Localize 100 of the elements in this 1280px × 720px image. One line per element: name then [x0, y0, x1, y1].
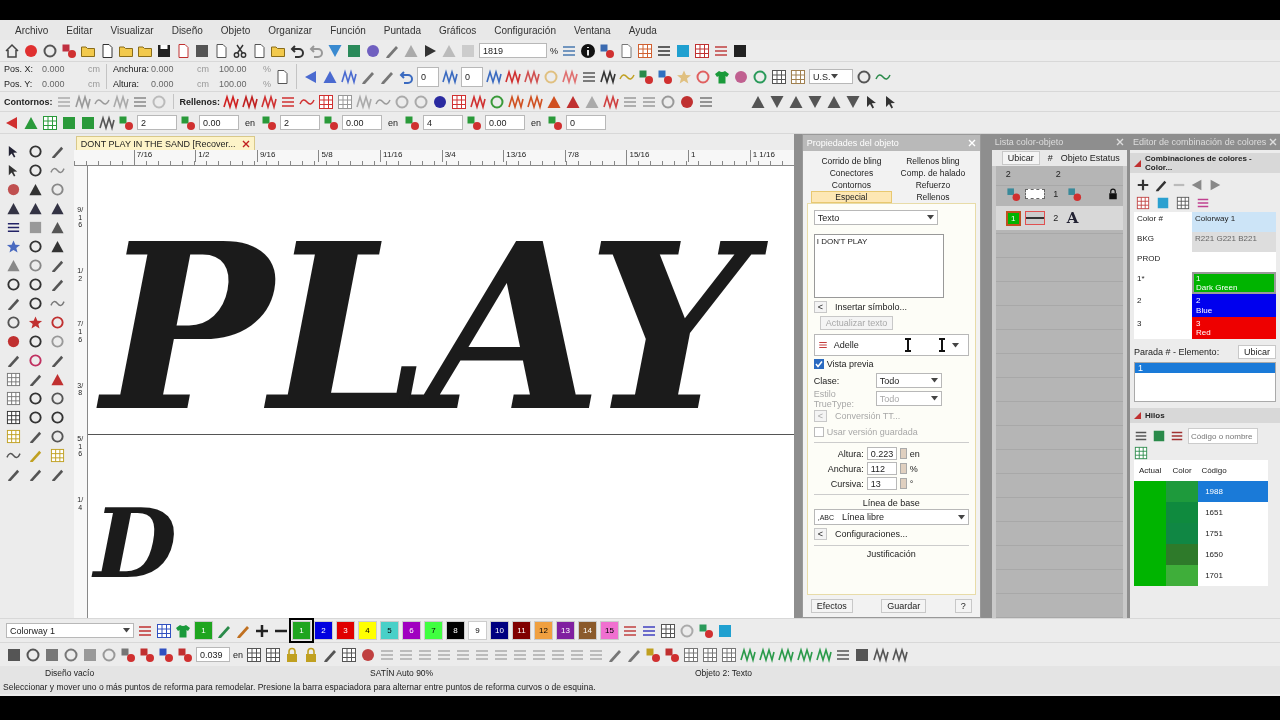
table-cell-text: PROD [1136, 253, 1162, 265]
color-swatch[interactable]: 3 [336, 621, 355, 640]
colorway-dropdown[interactable]: Colorway 1 [6, 623, 134, 638]
menu-item[interactable]: Editar [57, 24, 102, 36]
menu-item[interactable]: Función [321, 24, 375, 36]
table-cell[interactable]: 1751 [1198, 523, 1231, 545]
number-field[interactable]: 0.00 [485, 115, 526, 130]
save-button[interactable]: Guardar [881, 599, 927, 613]
checkbox-label: Usar versión guardada [826, 427, 918, 437]
color-swatch[interactable]: 4 [358, 621, 377, 640]
unit-label: cm [197, 79, 209, 89]
color-swatch[interactable]: 2 [314, 621, 333, 640]
insert-symbol-link[interactable]: Insertar símbolo... [834, 302, 907, 312]
color-swatch[interactable]: 15 [600, 621, 619, 640]
font-dropdown[interactable]: Adelle [813, 334, 969, 356]
fills-label: Rellenos: [179, 96, 220, 107]
color-swatch[interactable]: 9 [468, 621, 487, 640]
menu-item[interactable]: Archivo [6, 24, 58, 36]
effects-button[interactable]: Efectos [810, 599, 853, 613]
color-swatch[interactable]: 7 [424, 621, 443, 640]
document-tab[interactable]: DONT PLAY IN THE SAND [Recover... [75, 136, 255, 150]
color-swatch[interactable]: 13 [556, 621, 575, 640]
menu-item[interactable]: Diseño [162, 24, 212, 36]
color-swatch[interactable]: 5 [380, 621, 399, 640]
number-field[interactable]: 0 [566, 115, 607, 130]
menu-item[interactable]: Objeto [211, 24, 260, 36]
color-swatch[interactable]: 11 [512, 621, 531, 640]
number-field[interactable]: 0.000 [42, 64, 84, 74]
percent-field[interactable]: 100.00 [219, 79, 259, 89]
zoom-field[interactable]: 1819 [479, 43, 547, 58]
column-header: Actual [1137, 465, 1163, 478]
text-input[interactable]: I DON'T PLAY [813, 234, 944, 298]
table-cell[interactable]: 1701 [1198, 565, 1231, 587]
tab[interactable]: Comp. de halado [892, 167, 974, 179]
unit-label: % [909, 463, 918, 474]
angle-field[interactable]: 0 [461, 66, 483, 87]
color-swatch[interactable]: 6 [402, 621, 421, 640]
tab[interactable]: Especial [810, 191, 893, 203]
group-cell-text: 2 [1055, 169, 1062, 179]
number-field[interactable]: 0.000 [151, 79, 193, 89]
unit-label: ° [909, 478, 914, 489]
menu-item[interactable]: Puntada [374, 24, 430, 36]
number-field[interactable]: 0.00 [342, 115, 382, 130]
number-field[interactable]: 0.223 [866, 447, 897, 460]
group-cell-text: 2 [1005, 169, 1012, 179]
number-field[interactable]: 112 [866, 462, 897, 475]
color-swatch[interactable]: 14 [578, 621, 597, 640]
menu-item[interactable]: Configuración [485, 24, 565, 36]
list-item[interactable]: 1 [1135, 363, 1275, 374]
table-cell[interactable]: 1988 [1198, 481, 1231, 503]
locate-button[interactable]: Ubicar [1001, 151, 1040, 165]
design-canvas[interactable]: PLAY D [87, 166, 794, 618]
locate-button[interactable]: Ubicar [1238, 345, 1276, 360]
tab[interactable]: Contornos [810, 179, 893, 191]
number-field[interactable]: 2 [137, 115, 177, 130]
number-field[interactable]: 13 [866, 477, 897, 490]
size-field[interactable]: 0.039 [196, 647, 230, 662]
number-field[interactable]: 4 [423, 115, 464, 130]
color-swatch[interactable]: 12 [534, 621, 553, 640]
horizontal-ruler: 7/16 1/2 9/16 5/8 11/16 3/4 13/16 7/8 15/16 1 1 1/16 [73, 150, 794, 166]
expand-button[interactable]: < [813, 528, 827, 540]
color-swatch[interactable]: 2 Blue [1192, 294, 1276, 317]
tab[interactable]: Refuerzo [892, 179, 974, 191]
unit-label: cm [88, 64, 100, 74]
menu-item[interactable]: Organizar [259, 24, 322, 36]
object-row[interactable]: 1 2 A [995, 206, 1124, 230]
table-cell[interactable]: 1650 [1198, 544, 1231, 566]
number-field[interactable]: 0.000 [42, 79, 84, 89]
number-field[interactable]: 0.00 [199, 115, 239, 130]
percent-field[interactable]: 100.00 [219, 64, 259, 74]
field-label: Pos. X: [4, 64, 34, 74]
tab[interactable]: Corrido de bling [810, 155, 893, 167]
number-field[interactable]: 2 [280, 115, 320, 130]
object-row[interactable]: 1 [995, 182, 1124, 206]
column-header: # [1047, 153, 1053, 163]
menu-item[interactable]: Gráficos [430, 24, 486, 36]
color-swatch[interactable]: 10 [490, 621, 509, 640]
color-swatch[interactable]: 3 Red [1192, 316, 1276, 340]
search-field[interactable]: Código o nombre [1188, 428, 1259, 445]
tab[interactable]: Conectores [810, 167, 893, 179]
tab[interactable]: Rellenos [892, 191, 974, 203]
angle-field[interactable]: 0 [417, 66, 439, 87]
table-cell-text: 1* [1136, 273, 1146, 285]
table-cell[interactable]: 1651 [1198, 502, 1231, 524]
settings-link[interactable]: Configuraciones... [834, 529, 908, 539]
type-dropdown[interactable]: Texto [813, 210, 938, 225]
menu-item[interactable]: Ventana [564, 24, 620, 36]
style-dropdown[interactable]: Todo [875, 373, 942, 388]
help-button[interactable]: ? [954, 599, 972, 613]
color-swatch[interactable]: 8 [446, 621, 465, 640]
number-field[interactable]: 0.000 [151, 64, 193, 74]
section-title: Hilos [1145, 411, 1165, 421]
design-text[interactable]: PLAY [87, 186, 791, 472]
menu-item[interactable]: Ayuda [619, 24, 666, 36]
tab[interactable]: Rellenos bling [892, 155, 974, 167]
units-dropdown[interactable]: U.S. [809, 69, 853, 84]
menu-item[interactable]: Visualizar [101, 24, 163, 36]
status-field: Objeto 2: Texto [695, 668, 895, 678]
expand-button[interactable]: < [813, 301, 827, 313]
design-text[interactable]: D [87, 489, 197, 598]
